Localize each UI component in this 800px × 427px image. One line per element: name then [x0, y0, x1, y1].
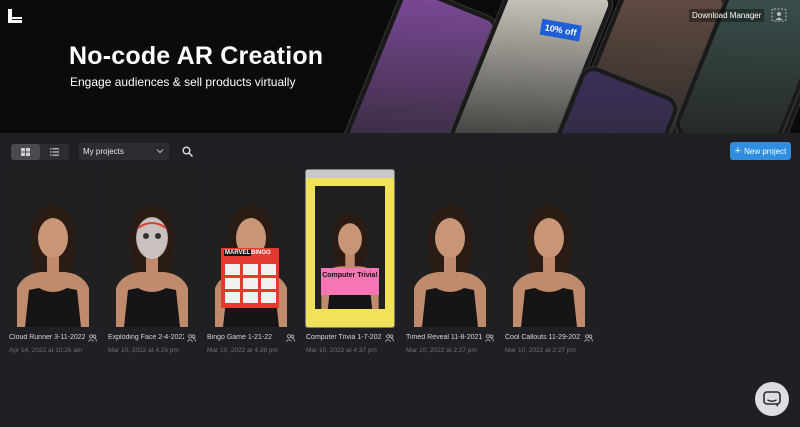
- project-thumbnail[interactable]: [505, 170, 593, 327]
- collaborators-icon[interactable]: [485, 334, 494, 342]
- hero-banner: No-code AR Creation Engage audiences & s…: [0, 0, 800, 133]
- phone-badge: 10% off: [539, 18, 582, 42]
- project-title[interactable]: Cool Callouts 11-29-2021: [505, 334, 581, 341]
- bingo-title-label: BINGO: [251, 250, 271, 256]
- list-view-icon: [50, 148, 59, 156]
- project-thumbnail[interactable]: MARVEL BINGO: [207, 170, 295, 327]
- collaborators-icon[interactable]: [385, 334, 394, 342]
- chevron-down-icon: [156, 149, 164, 154]
- search-icon[interactable]: [182, 146, 193, 157]
- project-date: Mar 10, 2022 at 2:27 pm: [406, 347, 477, 354]
- person-preview-image: [406, 170, 494, 327]
- project-thumbnail[interactable]: [406, 170, 494, 327]
- project-date: Mar 10, 2022 at 4:38 pm: [207, 347, 278, 354]
- person-preview-image: [505, 170, 593, 327]
- download-manager-button[interactable]: Download Manager: [689, 9, 765, 22]
- collaborators-icon[interactable]: [584, 334, 593, 342]
- project-title[interactable]: Exploding Face 2-4-2022: [108, 334, 184, 341]
- user-account-icon[interactable]: [771, 8, 787, 22]
- support-chat-button[interactable]: [755, 382, 789, 416]
- person-preview-image: [108, 170, 196, 327]
- bingo-brand-label: MARVEL: [224, 250, 252, 256]
- hero-title: No-code AR Creation: [69, 42, 324, 70]
- new-project-label: New project: [744, 146, 787, 156]
- project-title[interactable]: Bingo Game 1-21-22: [207, 334, 283, 341]
- project-filter-value: My projects: [83, 147, 124, 156]
- collaborators-icon[interactable]: [187, 334, 196, 342]
- project-title[interactable]: Computer Trivia 1-7-2022: [306, 334, 382, 341]
- plus-icon: +: [734, 145, 742, 157]
- view-toggle: [11, 144, 69, 160]
- trivia-label-overlay: Computer Trivia!: [321, 268, 379, 295]
- thumbnail-status-bar: [306, 170, 394, 178]
- chat-bubble-icon: [763, 390, 781, 407]
- list-view-button[interactable]: [40, 144, 69, 160]
- project-filter-select[interactable]: My projects: [79, 143, 169, 160]
- project-date: Mar 10, 2022 at 4:37 pm: [306, 347, 377, 354]
- project-date: Apr 14, 2022 at 10:26 am: [9, 347, 83, 354]
- collaborators-icon[interactable]: [88, 334, 97, 342]
- grid-view-button[interactable]: [11, 144, 40, 160]
- collaborators-icon[interactable]: [286, 334, 295, 342]
- project-title[interactable]: Timed Reveal 11-8-2021: [406, 334, 482, 341]
- person-preview-image: [9, 170, 97, 327]
- hero-subtitle: Engage audiences & sell products virtual…: [70, 75, 296, 89]
- project-date: Mar 10, 2022 at 4:26 pm: [108, 347, 179, 354]
- bingo-card-overlay: MARVEL BINGO: [221, 248, 279, 308]
- project-thumbnail[interactable]: [9, 170, 97, 327]
- brand-logo-icon[interactable]: [8, 9, 22, 23]
- project-title[interactable]: Cloud Runner 3-11-2022: [9, 334, 85, 341]
- grid-view-icon: [21, 148, 30, 156]
- new-project-button[interactable]: + New project: [730, 142, 791, 160]
- project-thumbnail[interactable]: [108, 170, 196, 327]
- project-thumbnail[interactable]: Computer Trivia!: [306, 170, 394, 327]
- project-date: Mar 10, 2022 at 2:27 pm: [505, 347, 576, 354]
